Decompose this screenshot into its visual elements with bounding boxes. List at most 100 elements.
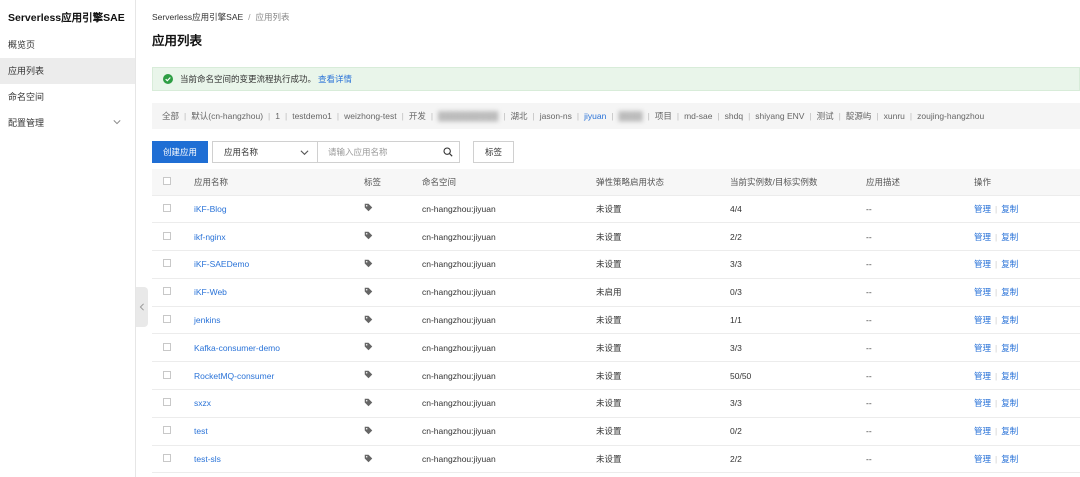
row-checkbox[interactable] [163, 342, 171, 351]
sidebar-collapse-handle[interactable] [136, 287, 148, 327]
namespace-option[interactable]: jason-ns [540, 111, 572, 121]
copy-link[interactable]: 复制 [1001, 232, 1018, 242]
row-checkbox[interactable] [163, 231, 171, 240]
namespace-option[interactable]: shiyang ENV [755, 111, 804, 121]
manage-link[interactable]: 管理 [974, 371, 991, 381]
operations-cell: 管理 | 复制 [974, 195, 1080, 224]
tag-icon[interactable] [364, 454, 373, 463]
app-name-link[interactable]: Kafka-consumer-demo [194, 343, 280, 353]
search-box [318, 141, 461, 163]
row-checkbox[interactable] [163, 315, 171, 324]
namespace-separator: | [336, 111, 340, 121]
manage-link[interactable]: 管理 [974, 454, 991, 464]
create-app-button[interactable]: 创建应用 [152, 141, 209, 163]
row-checkbox[interactable] [163, 426, 171, 435]
copy-link[interactable]: 复制 [1001, 287, 1018, 297]
app-name-link[interactable]: test-sls [194, 454, 221, 464]
tag-icon[interactable] [364, 231, 373, 240]
breadcrumb: Serverless应用引擎SAE / 应用列表 [152, 11, 290, 23]
table-row: jenkins cn-hangzhou:jiyuan 未设置 1/1 -- 管理 | 复制 [152, 306, 1080, 335]
namespace-option[interactable]: 湖北 [511, 110, 528, 122]
tag-cell [364, 417, 422, 446]
copy-link[interactable]: 复制 [1001, 343, 1018, 353]
row-checkbox[interactable] [163, 370, 171, 379]
app-name-link[interactable]: iKF-Blog [194, 204, 227, 214]
manage-link[interactable]: 管理 [974, 287, 991, 297]
app-name-link[interactable]: iKF-SAEDemo [194, 259, 249, 269]
manage-link[interactable]: 管理 [974, 343, 991, 353]
copy-link[interactable]: 复制 [1001, 204, 1018, 214]
namespace-separator: | [285, 111, 288, 121]
row-checkbox[interactable] [163, 398, 171, 407]
row-checkbox[interactable] [163, 203, 171, 212]
namespace-option[interactable]: xunru [884, 111, 905, 121]
table-row: sxzx cn-hangzhou:jiyuan 未设置 3/3 -- 管理 | 复制 [152, 389, 1080, 418]
app-name-link[interactable]: iKF-Web [194, 287, 227, 297]
row-checkbox[interactable] [163, 259, 171, 268]
sidebar-item-overview[interactable]: 概览页 [0, 32, 135, 58]
app-name-link[interactable]: RocketMQ-consumer [194, 371, 274, 381]
app-name-link[interactable]: test [194, 426, 208, 436]
row-checkbox[interactable] [163, 454, 171, 463]
product-title: Serverless应用引擎SAE [8, 12, 125, 24]
namespace-option[interactable]: 全部 [162, 110, 179, 122]
sidebar-item-config[interactable]: 配置管理 [0, 110, 135, 136]
sidebar-item-app-list[interactable]: 应用列表 [0, 58, 135, 84]
app-name-link[interactable]: sxzx [194, 398, 211, 408]
copy-link[interactable]: 复制 [1001, 315, 1018, 325]
tag-icon[interactable] [364, 259, 373, 268]
namespace-option[interactable]: 开发 [409, 110, 426, 122]
namespace-option[interactable]: 项目 [655, 110, 672, 122]
tag-icon[interactable] [364, 426, 373, 435]
row-checkbox[interactable] [163, 287, 171, 296]
copy-link[interactable]: 复制 [1001, 398, 1018, 408]
alert-detail-link[interactable]: 查看详情 [318, 73, 352, 85]
app-name-cell: RocketMQ-consumer [194, 361, 364, 391]
op-separator: | [995, 203, 998, 214]
namespace-option[interactable]: 1 [275, 111, 280, 121]
manage-link[interactable]: 管理 [974, 204, 991, 214]
app-name-link[interactable]: jenkins [194, 315, 220, 325]
namespace-option[interactable]: ████ [619, 111, 643, 121]
namespace-option[interactable]: weizhong-test [344, 111, 396, 121]
tag-filter-button[interactable]: 标签 [473, 141, 515, 163]
instances-cell: 50/50 [730, 361, 866, 391]
search-input[interactable] [328, 147, 444, 157]
copy-link[interactable]: 复制 [1001, 454, 1018, 464]
app-name-cell: iKF-Web [194, 278, 364, 307]
breadcrumb-root[interactable]: Serverless应用引擎SAE [152, 12, 243, 22]
namespace-option[interactable]: md-sae [684, 111, 712, 121]
tag-icon[interactable] [364, 370, 373, 379]
sidebar-item-namespace[interactable]: 命名空间 [0, 84, 135, 110]
namespace-option[interactable]: 测试 [817, 110, 834, 122]
manage-link[interactable]: 管理 [974, 398, 991, 408]
namespace-separator: | [503, 111, 506, 121]
copy-link[interactable]: 复制 [1001, 371, 1018, 381]
search-icon[interactable] [443, 147, 453, 157]
namespace-option[interactable]: jiyuan [584, 111, 606, 121]
tag-icon[interactable] [364, 315, 373, 324]
manage-link[interactable]: 管理 [974, 426, 991, 436]
manage-link[interactable]: 管理 [974, 315, 991, 325]
namespace-option[interactable]: zoujing-hangzhou [917, 111, 984, 121]
chevron-down-icon [300, 149, 309, 155]
tag-icon[interactable] [364, 203, 373, 212]
namespace-option[interactable]: testdemo1 [292, 111, 332, 121]
namespace-option[interactable]: 默认(cn-hangzhou) [191, 110, 263, 122]
app-name-cell: jenkins [194, 306, 364, 335]
tag-icon[interactable] [364, 287, 373, 296]
namespace-option[interactable]: shdq [725, 111, 743, 121]
row-checkbox-cell [152, 222, 194, 252]
manage-link[interactable]: 管理 [974, 232, 991, 242]
manage-link[interactable]: 管理 [974, 259, 991, 269]
tag-icon[interactable] [364, 342, 373, 351]
tag-icon[interactable] [364, 398, 373, 407]
copy-link[interactable]: 复制 [1001, 259, 1018, 269]
elastic-status-cell: 未设置 [596, 361, 730, 391]
filter-type-select[interactable]: 应用名称 [212, 141, 319, 163]
namespace-option[interactable]: ██████████ [438, 111, 498, 121]
namespace-option[interactable]: 靛源屿 [846, 110, 872, 122]
app-name-link[interactable]: ikf-nginx [194, 232, 226, 242]
copy-link[interactable]: 复制 [1001, 426, 1018, 436]
select-all-checkbox[interactable] [163, 176, 171, 185]
